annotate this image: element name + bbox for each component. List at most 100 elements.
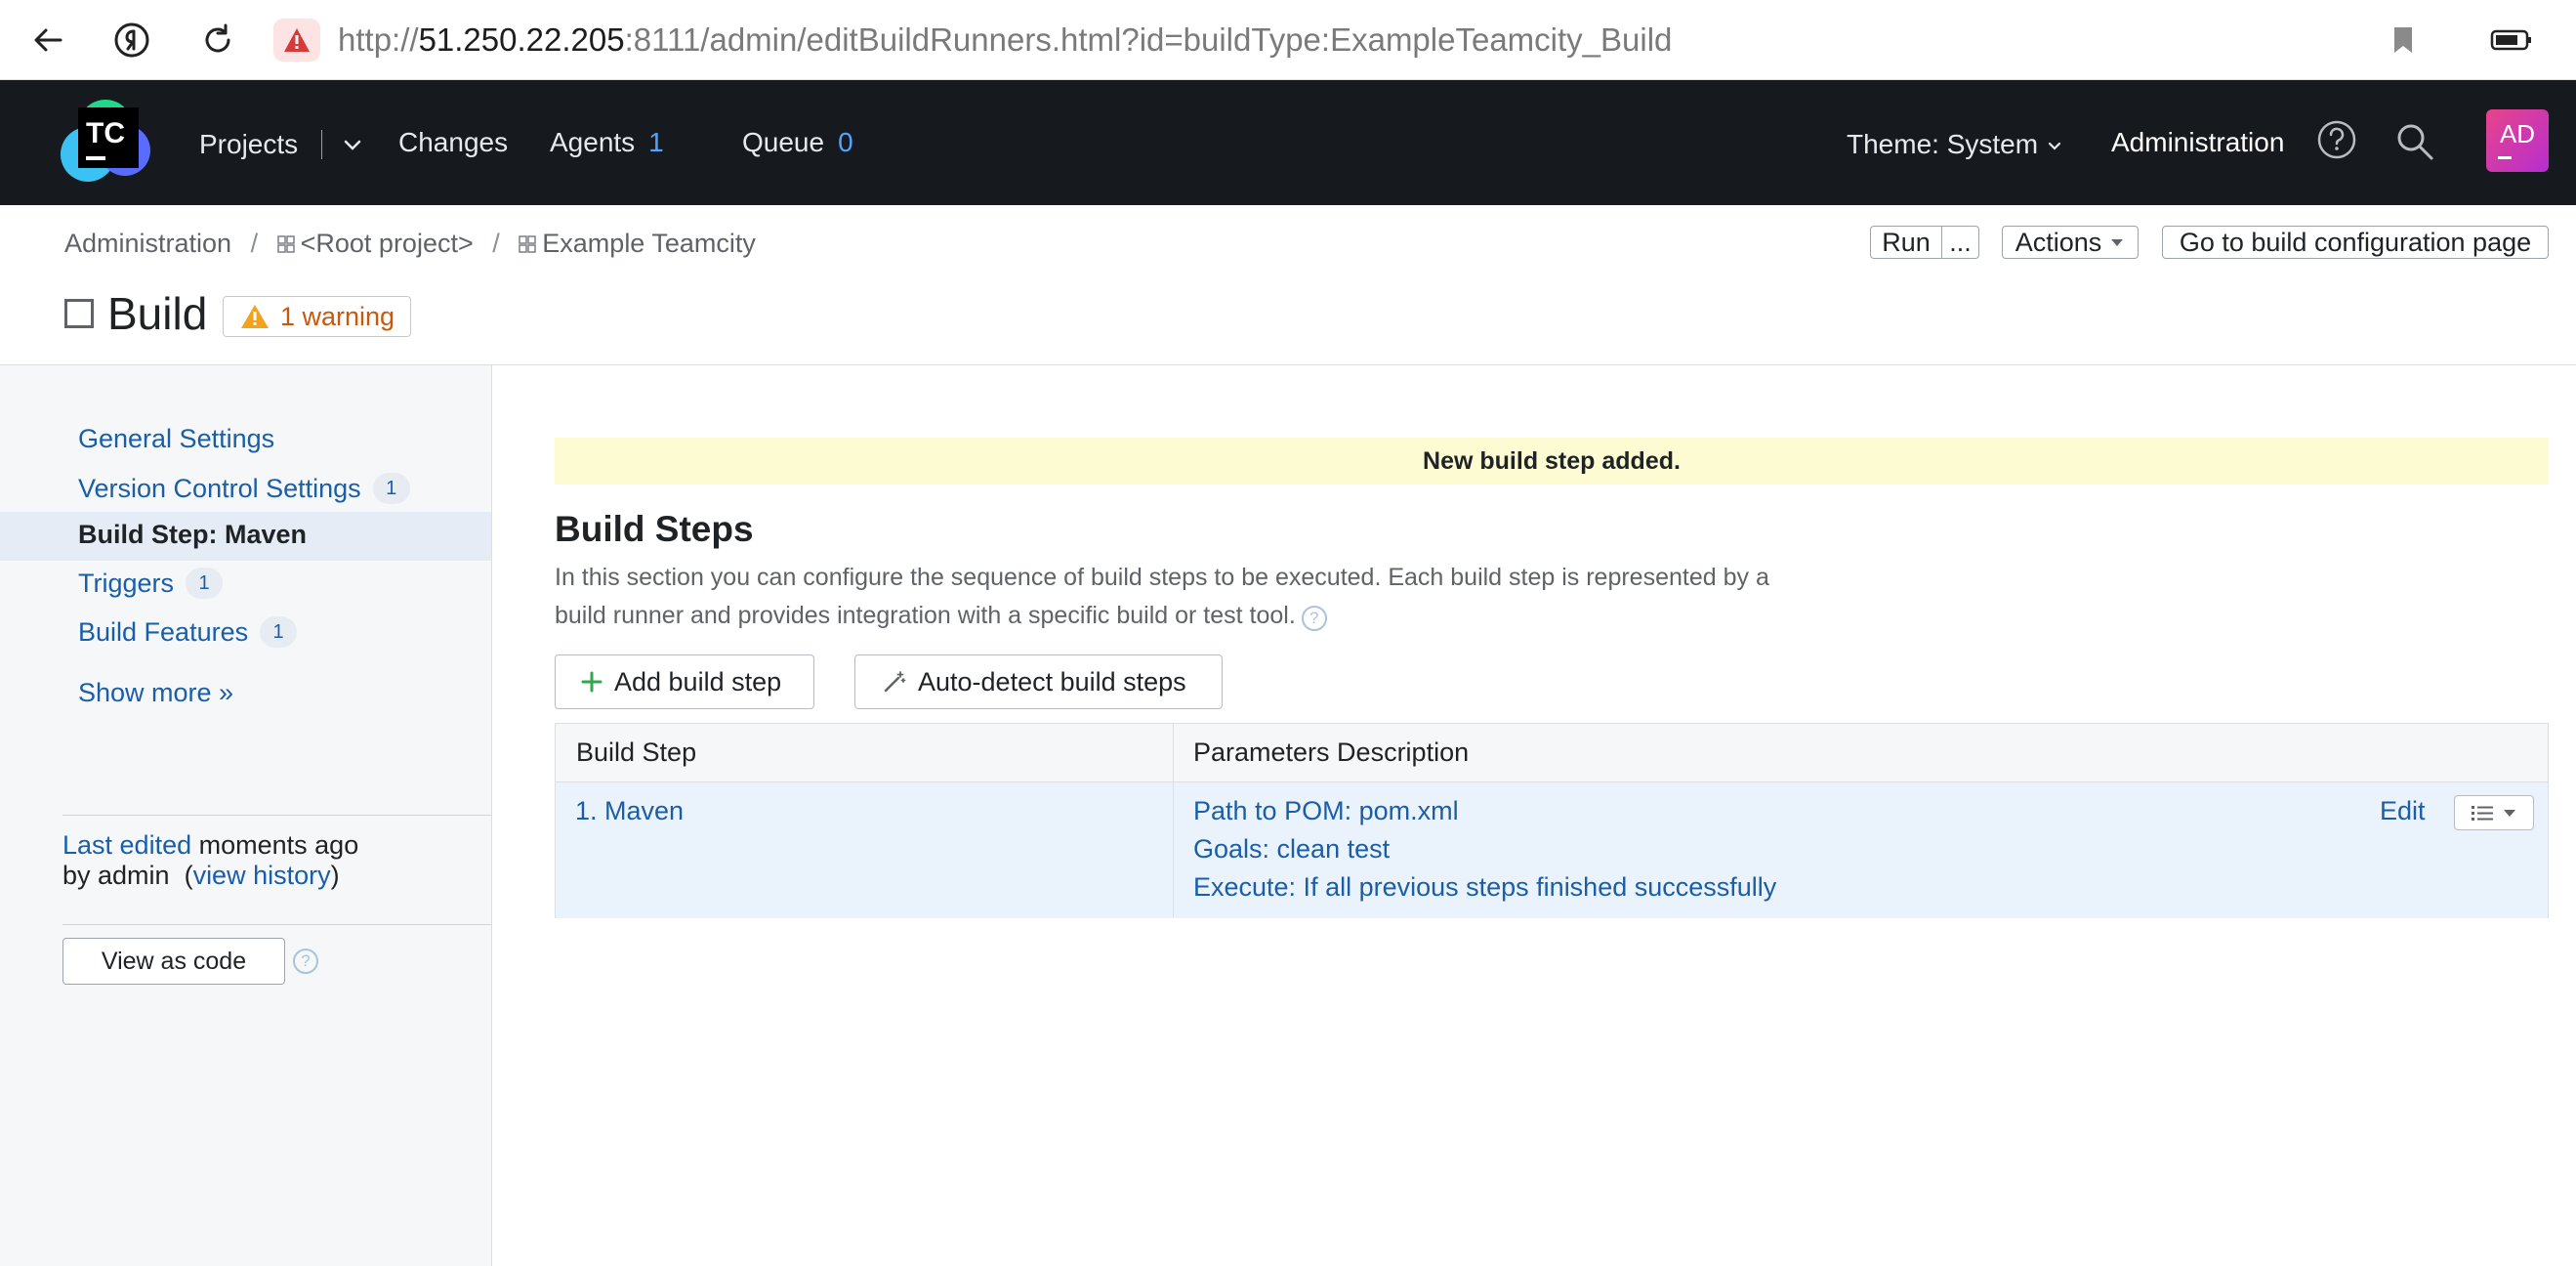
caret-down-icon — [2504, 810, 2515, 817]
nav-changes[interactable]: Changes — [398, 123, 508, 162]
sidebar-item-general-settings[interactable]: General Settings — [78, 424, 274, 454]
sidebar-item-build-features[interactable]: Build Features 1 — [78, 616, 298, 648]
page-title: Build — [64, 287, 207, 340]
nav-administration[interactable]: Administration — [2111, 123, 2284, 162]
param-execute: Execute: If all previous steps finished … — [1193, 872, 1777, 902]
sidebar-item-label: Version Control Settings — [78, 473, 361, 503]
show-more-link[interactable]: Show more » — [78, 678, 233, 708]
run-options-button[interactable]: ... — [1941, 226, 1979, 259]
view-history-link[interactable]: view history — [193, 861, 331, 890]
insecure-warning-icon[interactable] — [273, 19, 320, 62]
theme-label: Theme: System — [1847, 129, 2039, 159]
success-notice: New build step added. — [555, 438, 2549, 485]
breadcrumb-example-teamcity[interactable]: Example Teamcity — [519, 229, 756, 258]
nav-agents-label: Agents — [550, 127, 636, 157]
page-title-text: Build — [107, 288, 208, 339]
list-icon — [2472, 806, 2493, 821]
column-divider — [1173, 724, 1174, 917]
nav-divider — [320, 130, 322, 159]
project-grid-icon — [276, 235, 295, 253]
queue-count: 0 — [838, 127, 853, 157]
param-goals: Goals: clean test — [1193, 834, 1391, 864]
project-grid-icon — [519, 235, 537, 253]
nav-queue[interactable]: Queue 0 — [742, 123, 853, 162]
build-steps-table: Build Step Parameters Description 1. Mav… — [555, 723, 2549, 918]
reload-icon[interactable] — [197, 20, 238, 61]
warning-icon — [241, 305, 269, 328]
edit-link[interactable]: Edit — [2380, 792, 2426, 830]
warning-badge[interactable]: 1 warning — [223, 296, 412, 337]
url-prefix: http:// — [338, 21, 419, 58]
step-actions-menu-button[interactable] — [2454, 795, 2534, 830]
build-step-name[interactable]: 1. Maven — [575, 792, 684, 830]
url-path: :8111/admin/editBuildRunners.html?id=bui… — [624, 21, 1673, 58]
section-description: In this section you can configure the se… — [555, 559, 1824, 635]
theme-selector[interactable]: Theme: System — [1847, 123, 2061, 164]
agents-count: 1 — [648, 127, 664, 157]
breadcrumb-root-project-label: <Root project> — [300, 229, 474, 258]
sidebar: General Settings Version Control Setting… — [0, 365, 492, 1266]
warning-badge-label: 1 warning — [280, 301, 395, 331]
yandex-icon[interactable] — [111, 20, 152, 61]
nav-projects-label: Projects — [199, 129, 299, 159]
sidebar-item-label: Triggers — [78, 568, 175, 598]
bookmark-icon[interactable] — [2383, 20, 2424, 61]
actions-dropdown[interactable]: Actions — [2002, 226, 2139, 259]
chevron-down-icon — [2048, 123, 2061, 162]
table-row[interactable]: 1. Maven Path to POM: pom.xml Goals: cle… — [556, 782, 2548, 918]
sidebar-item-label: General Settings — [78, 424, 275, 453]
avatar-initials: AD — [2499, 119, 2536, 148]
auto-detect-label: Auto-detect build steps — [918, 666, 1186, 696]
count-badge: 1 — [372, 473, 410, 504]
run-button[interactable]: Run — [1870, 226, 1942, 259]
breadcrumb-administration[interactable]: Administration — [64, 229, 231, 258]
search-icon[interactable] — [2394, 121, 2435, 167]
avatar[interactable]: AD — [2486, 109, 2549, 172]
avatar-underline — [2498, 156, 2512, 159]
section-description-text: In this section you can configure the se… — [555, 564, 1769, 629]
help-icon[interactable] — [2316, 119, 2357, 165]
chevron-down-icon[interactable] — [344, 123, 361, 162]
sidebar-item-label: Build Step: Maven — [78, 520, 308, 549]
sidebar-item-triggers[interactable]: Triggers 1 — [78, 568, 224, 599]
go-to-build-configuration-button[interactable]: Go to build configuration page — [2162, 226, 2549, 259]
add-build-step-label: Add build step — [614, 666, 782, 696]
caret-down-icon — [2111, 239, 2124, 246]
auto-detect-build-steps-button[interactable]: Auto-detect build steps — [854, 654, 1223, 709]
sidebar-item-version-control-settings[interactable]: Version Control Settings 1 — [78, 473, 410, 504]
help-icon[interactable]: ? — [1301, 606, 1327, 631]
edited-by: by admin — [62, 861, 170, 890]
breadcrumb-example-teamcity-label: Example Teamcity — [542, 229, 756, 258]
teamcity-logo[interactable]: TC — [59, 94, 156, 191]
battery-icon — [2488, 20, 2535, 61]
view-as-code-button[interactable]: View as code — [62, 938, 285, 985]
browser-toolbar: http://51.250.22.205:8111/admin/editBuil… — [0, 0, 2576, 80]
edited-by-info: by admin (view history) — [62, 861, 340, 890]
nav-projects[interactable]: Projects — [199, 123, 361, 164]
sidebar-divider — [62, 924, 492, 925]
address-bar[interactable]: http://51.250.22.205:8111/admin/editBuil… — [338, 20, 1672, 61]
nav-queue-label: Queue — [742, 127, 825, 157]
app-header: TC Projects Changes Agents 1 Queue 0 Theme… — [0, 80, 2576, 205]
column-header-parameters: Parameters Description — [1193, 738, 1470, 767]
sidebar-divider — [62, 815, 492, 816]
section-title: Build Steps — [555, 509, 754, 549]
breadcrumb-root-project[interactable]: <Root project> — [276, 229, 481, 258]
breadcrumb: Administration / <Root project> / Exampl… — [64, 229, 756, 259]
count-badge: 1 — [260, 616, 298, 648]
build-type-icon — [64, 299, 94, 328]
breadcrumb-separator: / — [250, 229, 259, 258]
last-edited-info: Last edited moments ago — [62, 830, 358, 861]
breadcrumb-separator: / — [492, 229, 500, 258]
actions-label: Actions — [2015, 227, 2102, 257]
url-host: 51.250.22.205 — [418, 21, 625, 58]
add-build-step-button[interactable]: Add build step — [555, 654, 814, 709]
nav-agents[interactable]: Agents 1 — [550, 123, 664, 162]
sidebar-item-label: Build Features — [78, 616, 249, 647]
logo-text: TC — [86, 117, 125, 149]
last-edited-link[interactable]: Last edited — [62, 830, 191, 860]
help-icon[interactable]: ? — [293, 949, 318, 974]
sidebar-item-build-step-maven[interactable]: Build Step: Maven — [78, 520, 307, 550]
back-arrow-icon[interactable] — [27, 20, 68, 61]
param-pom-path: Path to POM: pom.xml — [1193, 796, 1459, 825]
